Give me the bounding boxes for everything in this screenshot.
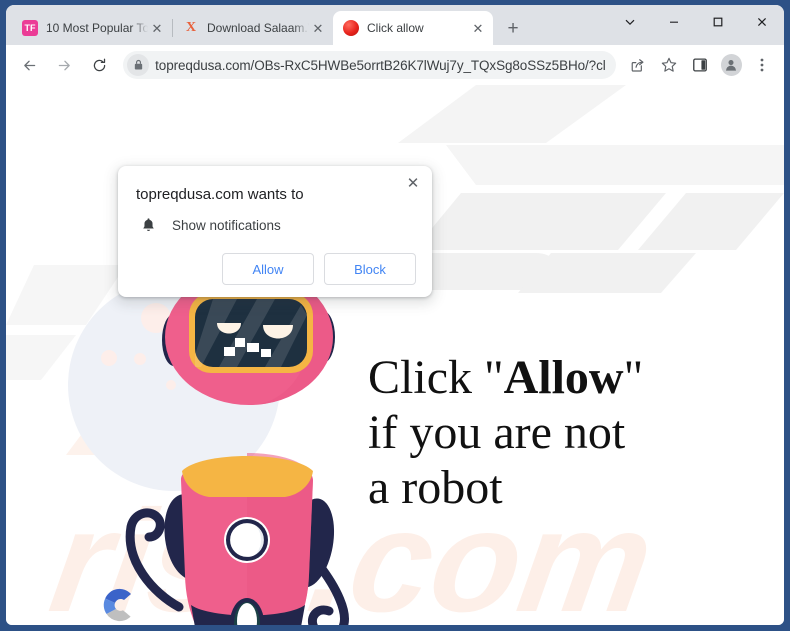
share-icon[interactable] bbox=[625, 52, 650, 78]
headline-line-2: if you are not bbox=[368, 406, 626, 459]
tab-search-chevron-down-icon[interactable] bbox=[608, 5, 652, 39]
bell-icon bbox=[138, 217, 158, 233]
close-icon[interactable] bbox=[740, 5, 784, 39]
tf-logo-icon: TF bbox=[22, 20, 38, 36]
permission-row: Show notifications bbox=[138, 217, 416, 233]
tab-close-icon[interactable]: ✕ bbox=[148, 19, 166, 37]
headline-line-3: a robot bbox=[368, 461, 503, 514]
headline-quote-close: " bbox=[623, 351, 644, 404]
tab-0[interactable]: TF 10 Most Popular Tor ✕ bbox=[12, 11, 172, 45]
headline-quote-open: " bbox=[484, 351, 504, 404]
page-headline: Click "Allow" if you are not a robot bbox=[368, 350, 643, 515]
dialog-close-icon[interactable]: ✕ bbox=[402, 172, 424, 194]
dialog-title: topreqdusa.com wants to bbox=[136, 186, 304, 203]
browser-window-inner: TF 10 Most Popular Tor ✕ X Download Sala… bbox=[6, 5, 784, 625]
red-dot-favicon-icon bbox=[343, 20, 359, 36]
block-button[interactable]: Block bbox=[324, 253, 416, 285]
back-arrow-icon[interactable] bbox=[16, 51, 43, 79]
headline-click: Click bbox=[368, 351, 484, 404]
tab-close-icon[interactable]: ✕ bbox=[309, 19, 327, 37]
forward-arrow-icon[interactable] bbox=[51, 51, 78, 79]
tab-strip: TF 10 Most Popular Tor ✕ X Download Sala… bbox=[6, 5, 784, 45]
url-text[interactable]: topreqdusa.com/OBs-RxC5HWBe5orrtB26K7lWu… bbox=[155, 58, 606, 73]
side-panel-icon[interactable] bbox=[688, 52, 713, 78]
profile-avatar-icon[interactable] bbox=[720, 54, 742, 76]
headline-allow: Allow bbox=[503, 351, 624, 404]
lock-icon[interactable] bbox=[127, 54, 150, 76]
maximize-icon[interactable] bbox=[696, 5, 740, 39]
headline-line-1: Click "Allow" bbox=[368, 350, 643, 405]
three-dot-menu-icon[interactable] bbox=[750, 52, 775, 78]
dialog-actions: Allow Block bbox=[134, 253, 416, 285]
tab-title: Download Salaam.Ve bbox=[207, 21, 309, 35]
browser-toolbar: topreqdusa.com/OBs-RxC5HWBe5orrtB26K7lWu… bbox=[6, 45, 784, 85]
page-viewport: risk.com Click "Allow" if you are not a … bbox=[6, 85, 784, 625]
captcha-logo: E-CAPTCHA bbox=[84, 583, 154, 625]
reload-icon[interactable] bbox=[86, 51, 113, 79]
robot-illustration bbox=[125, 275, 349, 625]
allow-button[interactable]: Allow bbox=[222, 253, 314, 285]
x-logo-icon: X bbox=[185, 20, 197, 35]
notification-permission-dialog: ✕ topreqdusa.com wants to Show notificat… bbox=[118, 166, 432, 297]
tab-2[interactable]: Click allow ✕ bbox=[333, 11, 493, 45]
minimize-icon[interactable] bbox=[652, 5, 696, 39]
tab-title: 10 Most Popular Tor bbox=[46, 21, 148, 35]
tab-list: TF 10 Most Popular Tor ✕ X Download Sala… bbox=[12, 11, 527, 45]
address-bar[interactable]: topreqdusa.com/OBs-RxC5HWBe5orrtB26K7lWu… bbox=[123, 51, 617, 79]
tab-title: Click allow bbox=[367, 21, 424, 35]
browser-window: TF 10 Most Popular Tor ✕ X Download Sala… bbox=[0, 0, 790, 631]
tab-close-icon[interactable]: ✕ bbox=[469, 19, 487, 37]
tab-1[interactable]: X Download Salaam.Ve ✕ bbox=[173, 11, 333, 45]
c-logo-icon bbox=[103, 588, 131, 622]
star-icon[interactable] bbox=[656, 52, 681, 78]
permission-label: Show notifications bbox=[172, 217, 281, 233]
window-controls bbox=[608, 5, 784, 39]
new-tab-button[interactable]: + bbox=[499, 14, 527, 42]
